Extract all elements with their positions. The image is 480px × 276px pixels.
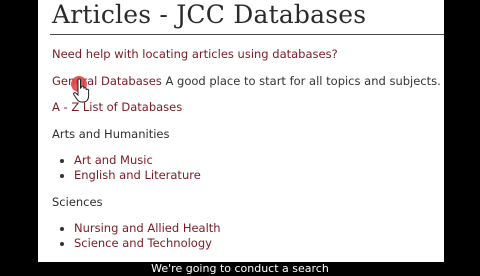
list-item: Science and Technology [74,236,221,251]
browser-page: Articles - JCC Databases Need help with … [38,0,444,262]
section-heading-sciences: Sciences [52,195,103,209]
science-technology-link[interactable]: Science and Technology [74,236,212,250]
list-item: Art and Music [74,153,201,168]
title-divider [50,34,444,35]
sciences-list: Nursing and Allied Health Science and Te… [60,221,221,251]
arts-list: Art and Music English and Literature [60,153,201,183]
art-music-link[interactable]: Art and Music [74,153,153,167]
general-databases-link[interactable]: General Databases [52,74,162,88]
help-line: Need help with locating articles using d… [52,47,338,61]
list-item: Nursing and Allied Health [74,221,221,236]
page-title: Articles - JCC Databases [52,0,367,29]
hand-pointer-icon [71,76,90,103]
video-caption: We're going to conduct a search [151,262,329,275]
general-databases-line: General Databases A good place to start … [52,74,441,88]
general-databases-description: A good place to start for all topics and… [161,74,441,88]
english-literature-link[interactable]: English and Literature [74,168,201,182]
section-heading-arts: Arts and Humanities [52,127,170,141]
list-item: English and Literature [74,168,201,183]
help-link[interactable]: Need help with locating articles using d… [52,47,338,61]
nursing-link[interactable]: Nursing and Allied Health [74,221,221,235]
